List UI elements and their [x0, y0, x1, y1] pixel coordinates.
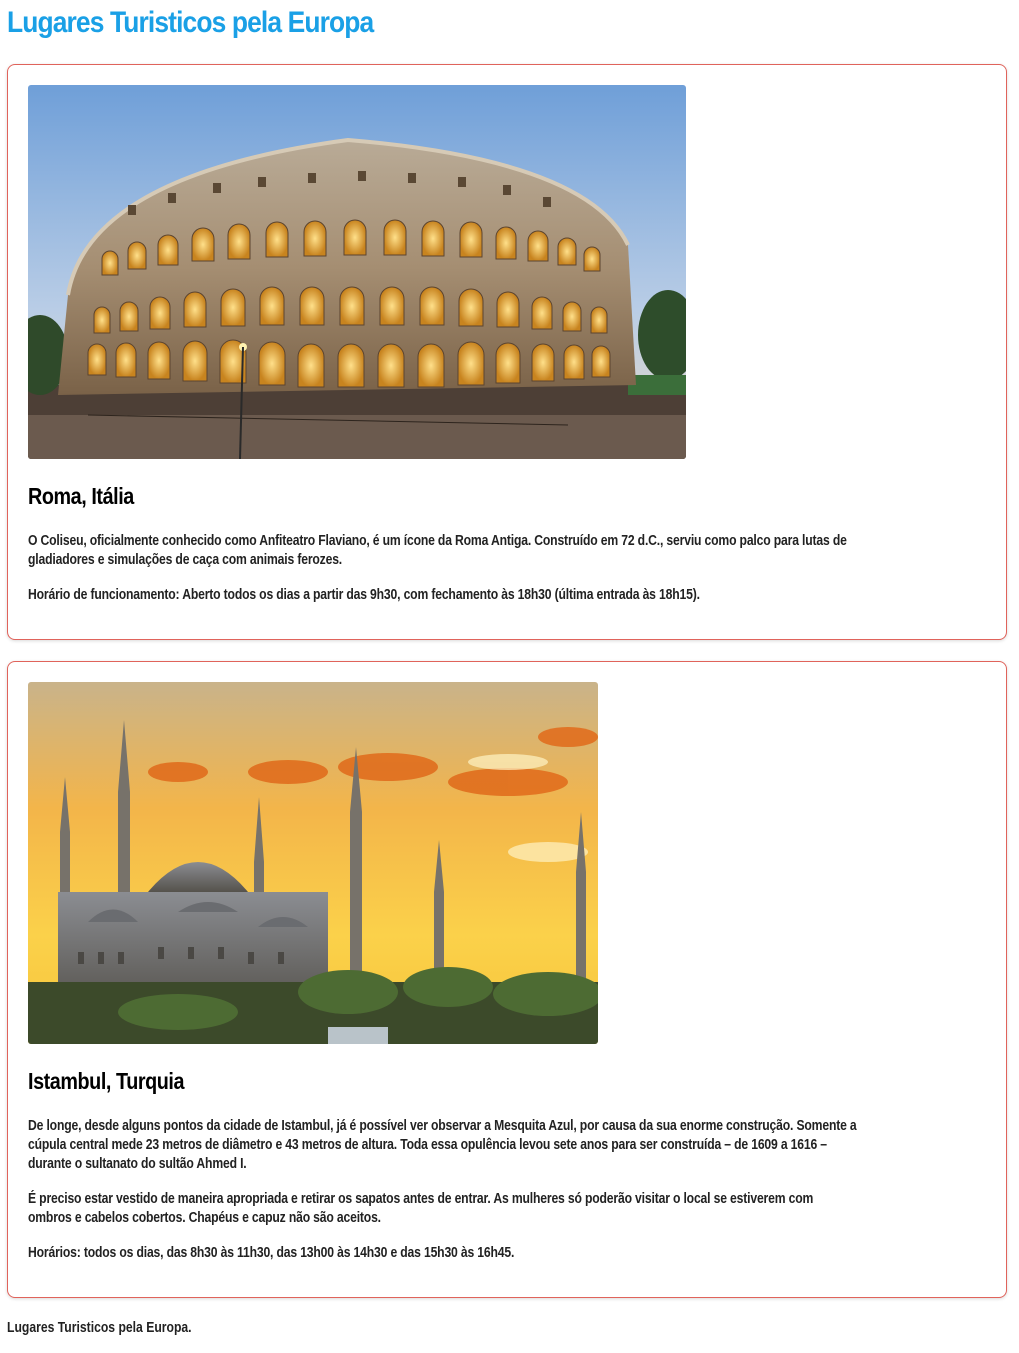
- place-dress-code-line: É preciso estar vestido de maneira aprop…: [28, 1191, 814, 1207]
- place-description-line: cúpula central mede 23 metros de diâmetr…: [28, 1137, 827, 1153]
- colosseum-photo: [28, 85, 686, 459]
- place-description-line: gladiadores e simulações de caça com ani…: [28, 552, 343, 568]
- place-description-line: O Coliseu, oficialmente conhecido como A…: [28, 533, 847, 549]
- place-hours: Horário de funcionamento: Aberto todos o…: [28, 587, 700, 603]
- place-description-line: durante o sultanato do sultão Ahmed I.: [28, 1156, 247, 1172]
- place-title: Roma, Itália: [28, 483, 134, 509]
- blue-mosque-photo: [28, 682, 598, 1044]
- footer-text: Lugares Turisticos pela Europa.: [7, 1320, 192, 1336]
- place-description-line: De longe, desde alguns pontos da cidade …: [28, 1118, 857, 1134]
- place-card-roma: Roma, Itália O Coliseu, oficialmente con…: [7, 64, 1007, 640]
- place-dress-code-line: ombros e cabelos cobertos. Chapéus e cap…: [28, 1210, 381, 1226]
- place-hours: Horários: todos os dias, das 8h30 às 11h…: [28, 1245, 515, 1261]
- place-title: Istambul, Turquia: [28, 1068, 185, 1094]
- page-title: Lugares Turisticos pela Europa: [7, 6, 374, 39]
- place-card-istambul: Istambul, Turquia De longe, desde alguns…: [7, 661, 1007, 1298]
